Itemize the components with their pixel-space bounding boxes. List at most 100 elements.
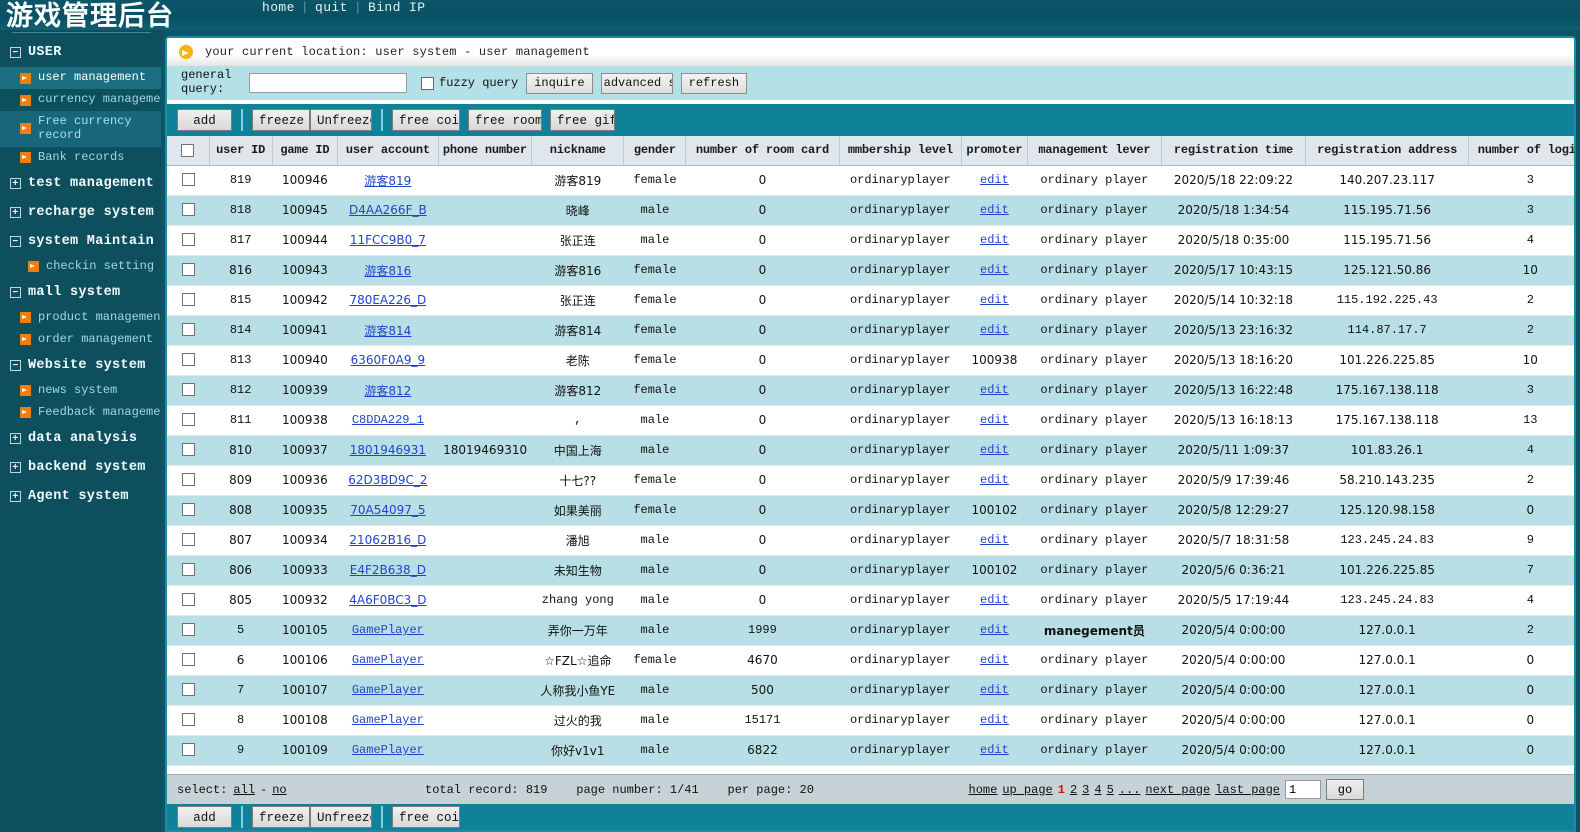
bottom-add-button[interactable]: add	[177, 806, 232, 828]
row-select-cell[interactable]	[167, 435, 209, 465]
row-select-cell[interactable]	[167, 285, 209, 315]
sidebar-group-backend-system[interactable]: + backend system	[0, 453, 161, 482]
free-room-card-button[interactable]: free room ca	[468, 109, 542, 131]
row-checkbox[interactable]	[182, 173, 195, 186]
row-checkbox[interactable]	[182, 503, 195, 516]
promoter-edit-link[interactable]: edit	[980, 593, 1009, 607]
table-row[interactable]: 7100107GamePlayer人称我小鱼YEmale500ordinaryp…	[167, 675, 1574, 705]
table-row[interactable]: 8131009406360F0A9_9老陈female0ordinaryplay…	[167, 345, 1574, 375]
pager-ellipsis[interactable]: ...	[1119, 783, 1141, 797]
sidebar-group-mall-system[interactable]: − mall system	[0, 278, 161, 307]
user-account-link[interactable]: 780EA226_D	[349, 293, 426, 307]
row-select-cell[interactable]	[167, 525, 209, 555]
select-all-link[interactable]: all	[233, 783, 255, 797]
table-row[interactable]: 806100933E4F2B638_D未知生物male0ordinaryplay…	[167, 555, 1574, 585]
sidebar-item-news-system[interactable]: news system	[0, 380, 161, 402]
sidebar-item-product-management[interactable]: product management	[0, 307, 161, 329]
sidebar-item-user-management[interactable]: user management	[0, 67, 161, 89]
user-account-link[interactable]: 游客816	[364, 264, 411, 278]
top-nav-bind-ip[interactable]: Bind IP	[368, 0, 425, 15]
free-gift-button[interactable]: free gift	[550, 109, 615, 131]
user-account-link[interactable]: 6360F0A9_9	[351, 353, 426, 367]
user-account-link[interactable]: 1801946931	[350, 443, 426, 457]
bottom-free-coin-button[interactable]: free coin	[392, 806, 460, 828]
column-user-account[interactable]: user account	[338, 136, 439, 165]
row-checkbox[interactable]	[182, 623, 195, 636]
cell-promoter[interactable]: edit	[962, 735, 1027, 765]
promoter-edit-link[interactable]: edit	[980, 173, 1009, 187]
user-account-link[interactable]: GamePlayer	[352, 713, 424, 727]
column-membership-level[interactable]: mmbership level	[839, 136, 962, 165]
cell-promoter[interactable]: edit	[962, 675, 1027, 705]
row-checkbox[interactable]	[182, 593, 195, 606]
top-nav-home[interactable]: home	[262, 0, 295, 15]
table-row[interactable]: 9100109GamePlayer你好v1v1male6822ordinaryp…	[167, 735, 1574, 765]
table-row[interactable]: 810100937180194693118019469310中国上海male0o…	[167, 435, 1574, 465]
row-checkbox[interactable]	[182, 743, 195, 756]
table-row[interactable]: 812100939游客812游客812female0ordinaryplayer…	[167, 375, 1574, 405]
column-promoter[interactable]: promoter	[962, 136, 1027, 165]
user-account-link[interactable]: 游客812	[364, 384, 411, 398]
promoter-edit-link[interactable]: edit	[980, 743, 1009, 757]
row-select-cell[interactable]	[167, 555, 209, 585]
row-select-cell[interactable]	[167, 345, 209, 375]
row-checkbox[interactable]	[182, 353, 195, 366]
table-row[interactable]: 5100105GamePlayer弄你一万年male1999ordinarypl…	[167, 615, 1574, 645]
promoter-edit-link[interactable]: edit	[980, 533, 1009, 547]
bottom-unfreeze-button[interactable]: Unfreeze	[310, 806, 372, 828]
sidebar-item-currency-management[interactable]: currency management	[0, 89, 161, 111]
row-select-cell[interactable]	[167, 495, 209, 525]
column-phone-number[interactable]: phone number	[438, 136, 532, 165]
promoter-edit-link[interactable]: edit	[980, 203, 1009, 217]
row-checkbox[interactable]	[182, 563, 195, 576]
goto-page-input[interactable]	[1285, 780, 1321, 799]
promoter-edit-link[interactable]: edit	[980, 443, 1009, 457]
freeze-button[interactable]: freeze	[252, 109, 310, 131]
row-select-cell[interactable]	[167, 315, 209, 345]
user-account-link[interactable]: GamePlayer	[352, 683, 424, 697]
promoter-edit-link[interactable]: edit	[980, 413, 1009, 427]
row-checkbox[interactable]	[182, 323, 195, 336]
bottom-freeze-button[interactable]: freeze	[252, 806, 310, 828]
user-account-link[interactable]: 70A54097_5	[350, 503, 425, 517]
table-row[interactable]: 819100946游客819游客819female0ordinaryplayer…	[167, 165, 1574, 195]
user-account-link[interactable]: 21062B16_D	[349, 533, 426, 547]
user-account-link[interactable]: C8DDA229_1	[352, 413, 424, 427]
sidebar-item-free-currency-record[interactable]: Free currency record	[0, 111, 161, 147]
table-row[interactable]: 8100108GamePlayer过火的我male15171ordinarypl…	[167, 705, 1574, 735]
pager-home-link[interactable]: home	[969, 783, 998, 797]
row-checkbox[interactable]	[182, 713, 195, 726]
sidebar-group-website-system[interactable]: − Website system	[0, 351, 161, 380]
cell-promoter[interactable]: edit	[962, 525, 1027, 555]
user-account-link[interactable]: 游客814	[364, 324, 411, 338]
row-checkbox[interactable]	[182, 293, 195, 306]
column-gender[interactable]: gender	[624, 136, 686, 165]
column-game-id[interactable]: game ID	[272, 136, 337, 165]
cell-promoter[interactable]: edit	[962, 225, 1027, 255]
row-select-cell[interactable]	[167, 405, 209, 435]
free-coin-button[interactable]: free coin	[392, 109, 460, 131]
row-select-cell[interactable]	[167, 585, 209, 615]
refresh-button[interactable]: refresh	[681, 73, 747, 94]
row-select-cell[interactable]	[167, 615, 209, 645]
row-select-cell[interactable]	[167, 165, 209, 195]
column-management-lever[interactable]: management lever	[1027, 136, 1161, 165]
row-select-cell[interactable]	[167, 705, 209, 735]
row-select-cell[interactable]	[167, 225, 209, 255]
column-nickname[interactable]: nickname	[532, 136, 624, 165]
user-account-link[interactable]: GamePlayer	[352, 653, 424, 667]
user-account-link[interactable]: GamePlayer	[352, 743, 424, 757]
row-checkbox[interactable]	[182, 443, 195, 456]
cell-promoter[interactable]: edit	[962, 285, 1027, 315]
sidebar-group-user[interactable]: − USER	[0, 38, 161, 67]
column-registration-time[interactable]: registration time	[1162, 136, 1306, 165]
sidebar-item-feedback-management[interactable]: Feedback management	[0, 402, 161, 424]
advanced-search-button[interactable]: advanced sea	[601, 73, 673, 94]
table-row[interactable]: 8051009324A6F0BC3_Dzhang yongmale0ordina…	[167, 585, 1574, 615]
select-all-checkbox[interactable]	[181, 144, 194, 157]
table-row[interactable]: 80910093662D3BD9C_2十七??female0ordinarypl…	[167, 465, 1574, 495]
column-number-of-login[interactable]: number of login	[1469, 136, 1574, 165]
row-checkbox[interactable]	[182, 203, 195, 216]
sidebar-group-system-maintain[interactable]: − system Maintain	[0, 227, 161, 256]
inquire-button[interactable]: inquire	[526, 73, 592, 94]
